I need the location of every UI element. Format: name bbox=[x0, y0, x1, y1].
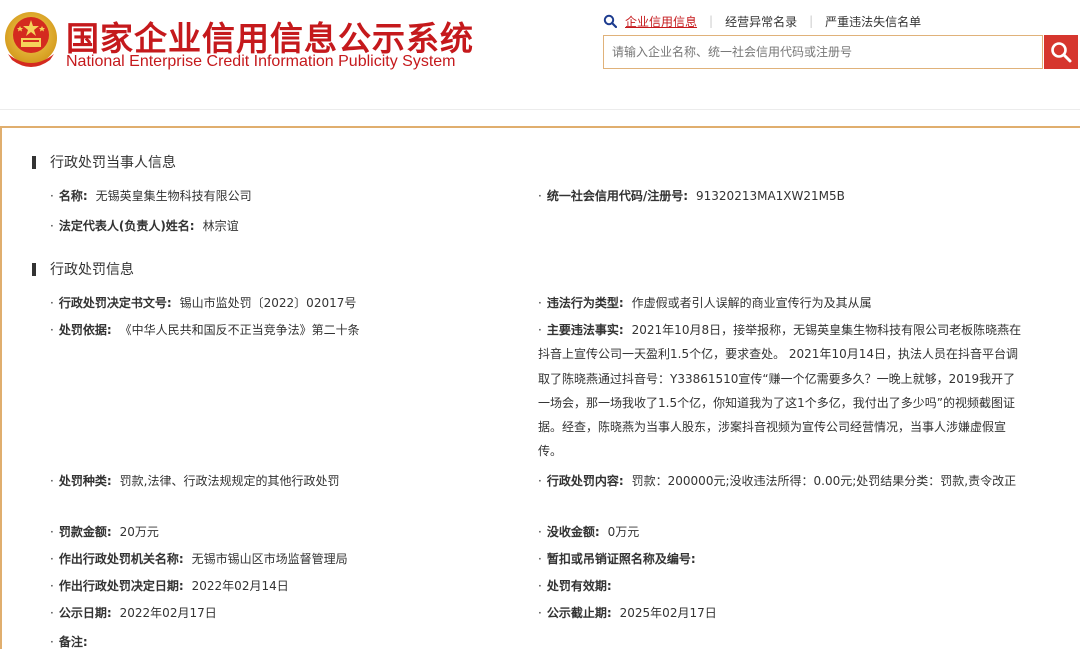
section-marker bbox=[32, 155, 36, 169]
field-legal-rep: · 法定代表人(负责人)姓名: 林宗谊 bbox=[50, 219, 239, 233]
national-emblem-icon bbox=[5, 12, 57, 67]
search-icon bbox=[1051, 42, 1072, 63]
section-title-text: 行政处罚当事人信息 bbox=[50, 155, 176, 171]
search-button[interactable] bbox=[1044, 35, 1078, 69]
section-marker bbox=[32, 262, 36, 276]
field-decision-no: · 行政处罚决定书文号: 锡山市监处罚〔2022〕02017号 bbox=[50, 296, 357, 310]
field-confiscation-amount: · 没收金额: 0万元 bbox=[538, 525, 640, 539]
nav-separator: | bbox=[709, 14, 714, 28]
field-main-facts: · 主要违法事实: 2021年10月8日，接举报称，无锡英皇集生物科技有限公司老板陈… bbox=[538, 323, 1022, 459]
field-name: · 名称: 无锡英皇集生物科技有限公司 bbox=[50, 189, 252, 203]
search-box bbox=[603, 35, 1043, 69]
field-penalty-type: · 处罚种类: 罚款,法律、行政法规规定的其他行政处罚 bbox=[50, 474, 340, 488]
section-title-party: 行政处罚当事人信息 bbox=[32, 152, 176, 172]
top-nav: 企业信用信息 | 经营异常名录 | 严重违法失信名单 bbox=[603, 12, 921, 30]
field-penalty-content: · 行政处罚内容: 罚款：200000元;没收违法所得：0.00元;处罚结果分类：罚… bbox=[538, 474, 1017, 488]
field-fine-amount: · 罚款金额: 20万元 bbox=[50, 525, 159, 539]
site-title-en: National Enterprise Credit Information P… bbox=[66, 53, 456, 70]
section-title-text: 行政处罚信息 bbox=[50, 262, 134, 278]
section-title-penalty: 行政处罚信息 bbox=[32, 259, 134, 279]
field-license: · 暂扣或吊销证照名称及编号: bbox=[538, 552, 696, 566]
nav-separator: | bbox=[809, 14, 814, 28]
site-header: 国家企业信用信息公示系统 National Enterprise Credit … bbox=[0, 0, 1080, 110]
search-input[interactable] bbox=[604, 36, 1042, 68]
field-credit-code: · 统一社会信用代码/注册号: 91320213MA1XW21M5B bbox=[538, 189, 845, 203]
field-decision-date: · 作出行政处罚决定日期: 2022年02月14日 bbox=[50, 579, 289, 593]
field-publish-end: · 公示截止期: 2025年02月17日 bbox=[538, 606, 717, 620]
field-basis: · 处罚依据: 《中华人民共和国反不正当竞争法》第二十条 bbox=[50, 323, 360, 337]
nav-blacklist[interactable]: 严重违法失信名单 bbox=[825, 13, 921, 30]
nav-enterprise-credit[interactable]: 企业信用信息 bbox=[625, 13, 697, 30]
nav-abnormal-list[interactable]: 经营异常名录 bbox=[725, 13, 797, 30]
field-validity: · 处罚有效期: bbox=[538, 579, 612, 593]
field-publish-date: · 公示日期: 2022年02月17日 bbox=[50, 606, 217, 620]
detail-panel: 行政处罚当事人信息 · 名称: 无锡英皇集生物科技有限公司 · 统一社会信用代码/注册… bbox=[0, 126, 1080, 649]
search-icon bbox=[603, 14, 617, 28]
field-remarks: · 备注: bbox=[50, 635, 88, 649]
field-violation-type: · 违法行为类型: 作虚假或者引人误解的商业宣传行为及其从属 bbox=[538, 296, 872, 310]
field-authority: · 作出行政处罚机关名称: 无锡市锡山区市场监督管理局 bbox=[50, 552, 348, 566]
